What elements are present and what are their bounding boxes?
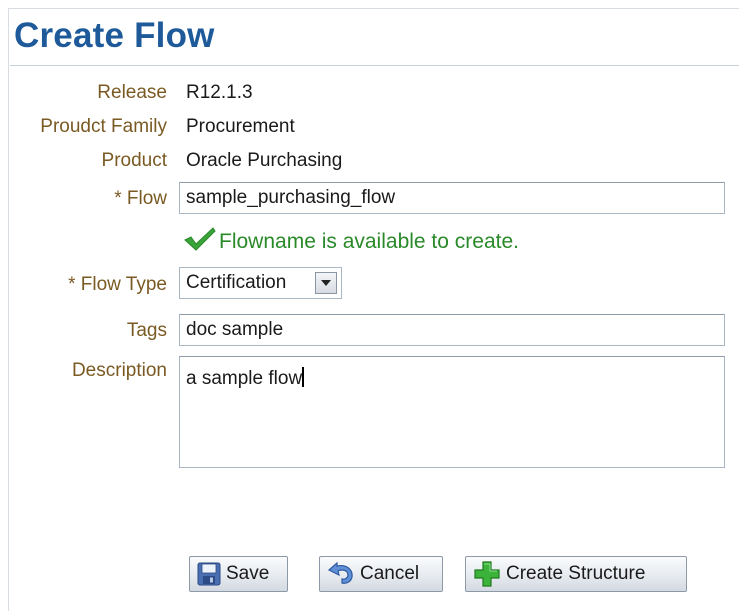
flow-type-selected-value: Certification	[186, 272, 287, 293]
create-structure-button-label: Create Structure	[506, 563, 646, 584]
tags-label: Tags	[126, 320, 167, 341]
create-structure-button[interactable]: Create Structure	[465, 556, 687, 592]
tags-input[interactable]	[179, 314, 725, 346]
availability-message: Flowname is available to create.	[183, 226, 519, 258]
required-marker: *	[68, 274, 76, 295]
green-plus-icon	[473, 560, 501, 588]
text-cursor	[302, 367, 305, 387]
checkmark-icon	[183, 226, 219, 258]
description-text: a sample flow	[186, 368, 303, 389]
flow-name-input[interactable]	[179, 182, 725, 214]
availability-message-text: Flowname is available to create.	[219, 230, 519, 253]
flow-type-select[interactable]: Certification	[179, 267, 342, 299]
title-divider	[10, 65, 739, 66]
description-label: Description	[71, 360, 167, 381]
cancel-button-label: Cancel	[360, 563, 420, 584]
product-family-value: Procurement	[186, 116, 295, 137]
product-value: Oracle Purchasing	[186, 150, 343, 171]
product-label: Product	[101, 150, 167, 171]
chevron-down-icon[interactable]	[315, 272, 337, 294]
flow-label: * Flow	[114, 188, 167, 210]
flow-type-label-text: Flow Type	[80, 274, 167, 295]
undo-icon	[327, 562, 355, 586]
floppy-disk-icon	[197, 562, 221, 586]
release-label: Release	[97, 82, 167, 103]
required-marker: *	[114, 188, 122, 209]
flow-label-text: Flow	[126, 188, 167, 209]
flow-type-label: * Flow Type	[68, 274, 167, 296]
product-family-label: Proudct Family	[40, 116, 167, 137]
save-button-label: Save	[226, 563, 270, 584]
cancel-button[interactable]: Cancel	[319, 556, 443, 592]
description-textarea[interactable]: a sample flow	[179, 356, 725, 468]
page-title: Create Flow	[14, 16, 215, 55]
release-value: R12.1.3	[186, 82, 253, 103]
save-button[interactable]: Save	[189, 556, 288, 592]
